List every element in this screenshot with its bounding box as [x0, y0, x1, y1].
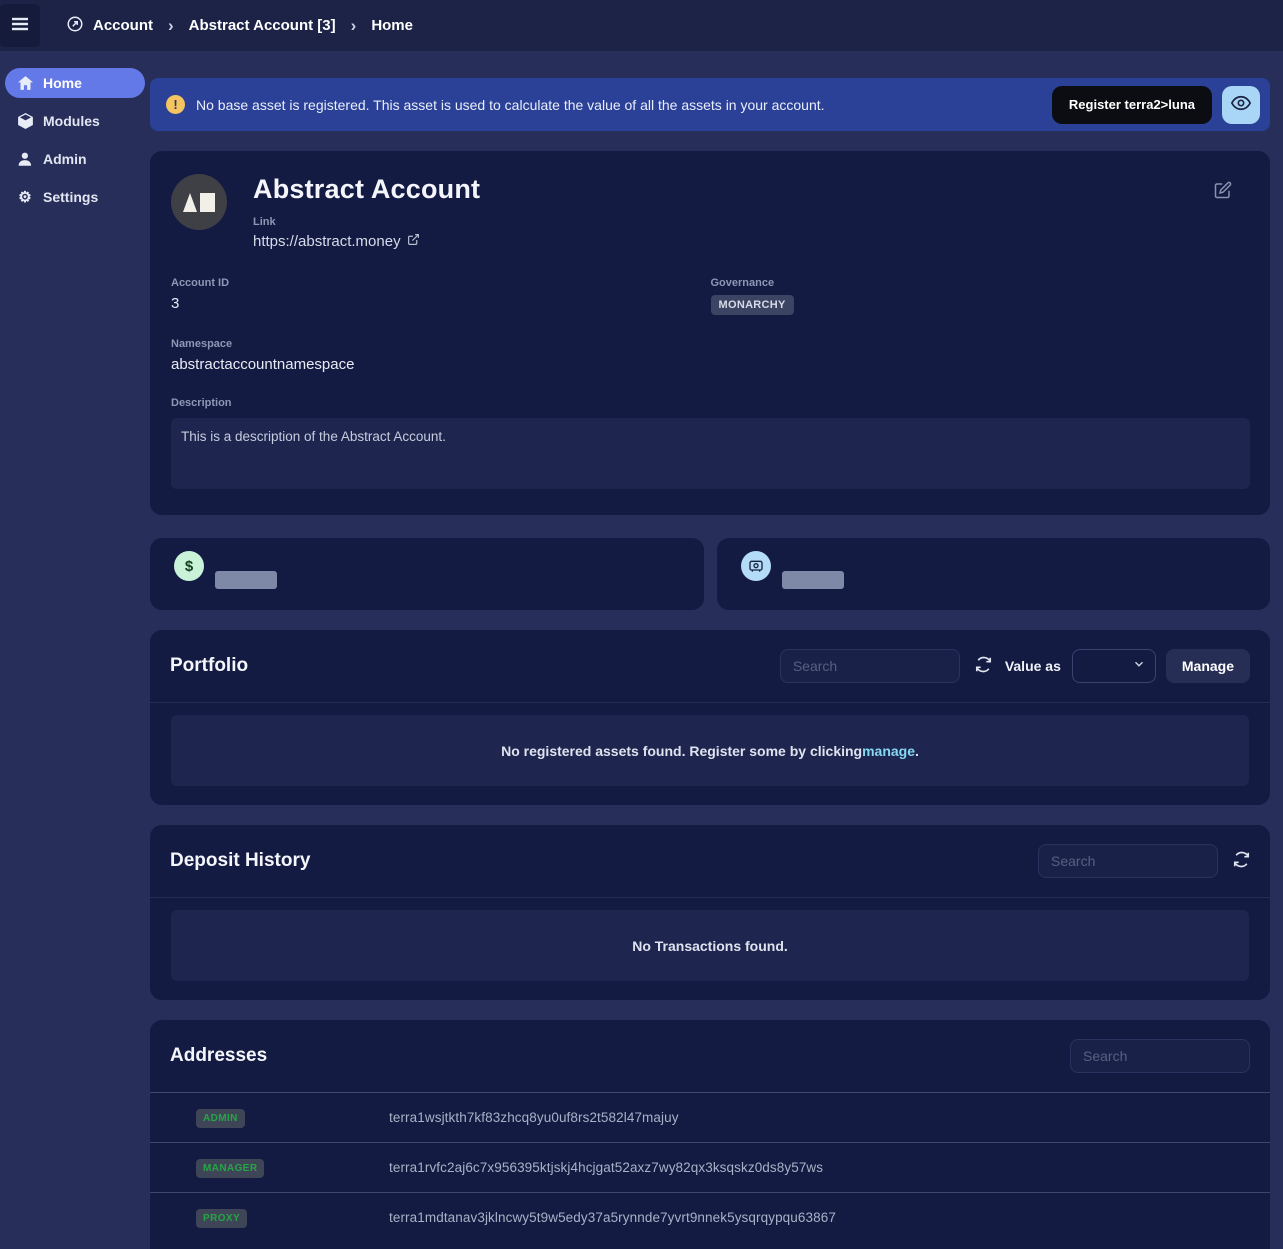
vault-summary-card [717, 538, 1271, 610]
hamburger-icon [11, 17, 29, 34]
edit-icon [1214, 187, 1232, 202]
eye-icon [1231, 93, 1251, 116]
portfolio-search-input[interactable] [780, 649, 960, 683]
sidebar-item-modules[interactable]: Modules [5, 106, 145, 136]
portfolio-empty-state: No registered assets found. Register som… [171, 715, 1249, 786]
namespace-field: Namespace abstractaccountnamespace [171, 338, 711, 373]
person-icon [17, 152, 33, 167]
account-brand[interactable]: Account [66, 15, 153, 37]
dismiss-alert-button[interactable] [1222, 86, 1260, 124]
external-link-icon [407, 233, 420, 250]
account-id-label: Account ID [171, 277, 711, 289]
sidebar-item-admin[interactable]: Admin [5, 144, 145, 174]
account-id-field: Account ID 3 [171, 277, 711, 315]
edit-account-button[interactable] [1214, 181, 1232, 202]
admin-address: terra1wsjtkth7kf83zhcq8yu0uf8rs2t582l47m… [389, 1110, 679, 1125]
deposit-refresh-button[interactable] [1233, 851, 1250, 871]
home-icon [17, 76, 33, 90]
deposit-history-title: Deposit History [170, 850, 310, 872]
role-badge-admin: ADMIN [196, 1109, 245, 1128]
breadcrumb-account[interactable]: Abstract Account [3] [189, 17, 336, 34]
balance-summary-card: $ [150, 538, 704, 610]
sidebar-item-label: Settings [43, 189, 98, 205]
manage-assets-button[interactable]: Manage [1166, 649, 1250, 683]
namespace-label: Namespace [171, 338, 711, 350]
chevron-down-icon [1132, 657, 1146, 676]
manager-address: terra1rvfc2aj6c7x956395ktjskj4hcjgat52ax… [389, 1160, 823, 1175]
value-as-label: Value as [1005, 658, 1061, 674]
account-avatar [171, 174, 227, 230]
sidebar-item-label: Admin [43, 151, 87, 167]
main-content: ! No base asset is registered. This asse… [150, 51, 1283, 1249]
table-row: MANAGER terra1rvfc2aj6c7x956395ktjskj4hc… [150, 1142, 1270, 1192]
cube-icon [17, 113, 33, 129]
alert-message: No base asset is registered. This asset … [196, 97, 825, 113]
refresh-icon [975, 656, 992, 676]
addresses-section: Addresses ADMIN terra1wsjtkth7kf83zhcq8y… [150, 1020, 1270, 1249]
portfolio-title: Portfolio [170, 655, 248, 677]
addresses-title: Addresses [170, 1045, 267, 1067]
account-card: Abstract Account Link https://abstract.m… [150, 151, 1270, 515]
proxy-address: terra1mdtanav3jklncwy5t9w5edy37a5rynnde7… [389, 1210, 836, 1225]
sidebar-item-settings[interactable]: ⚙ Settings [5, 182, 145, 212]
sidebar-item-label: Home [43, 75, 82, 91]
portfolio-section: Portfolio Value as Manage [150, 630, 1270, 805]
chevron-right-icon: › [351, 17, 357, 34]
empty-state-text: No registered assets found. Register som… [501, 743, 862, 759]
description-textarea[interactable]: This is a description of the Abstract Ac… [171, 418, 1250, 489]
compass-icon [66, 15, 84, 37]
addresses-search-input[interactable] [1070, 1039, 1250, 1073]
namespace-value: abstractaccountnamespace [171, 356, 711, 373]
sidebar-item-label: Modules [43, 113, 100, 129]
account-id-value: 3 [171, 295, 711, 312]
role-badge-proxy: PROXY [196, 1209, 247, 1228]
chevron-right-icon: › [168, 17, 174, 34]
loading-skeleton [215, 571, 277, 589]
base-asset-alert: ! No base asset is registered. This asse… [150, 78, 1270, 131]
role-badge-manager: MANAGER [196, 1159, 264, 1178]
portfolio-refresh-button[interactable] [975, 656, 992, 676]
value-as-select[interactable] [1072, 649, 1156, 683]
sidebar: Home Modules Admin ⚙ Settings [0, 51, 150, 1249]
sidebar-item-home[interactable]: Home [5, 68, 145, 98]
account-link[interactable]: https://abstract.money [253, 233, 480, 250]
link-label: Link [253, 216, 480, 228]
register-base-asset-button[interactable]: Register terra2>luna [1052, 86, 1212, 124]
account-title: Abstract Account [253, 174, 480, 205]
account-link-url: https://abstract.money [253, 233, 401, 250]
brand-label: Account [93, 17, 153, 34]
dollar-icon: $ [174, 551, 204, 581]
governance-label: Governance [711, 277, 1251, 289]
table-row: PROXY terra1mdtanav3jklncwy5t9w5edy37a5r… [150, 1192, 1270, 1242]
hamburger-menu-button[interactable] [0, 4, 40, 47]
deposit-search-input[interactable] [1038, 844, 1218, 878]
gear-icon: ⚙ [17, 190, 33, 205]
loading-skeleton [782, 571, 844, 589]
description-label: Description [171, 397, 1250, 409]
empty-state-text: . [915, 743, 919, 759]
deposit-history-section: Deposit History No Transactions found. [150, 825, 1270, 1000]
refresh-icon [1233, 851, 1250, 871]
warning-icon: ! [166, 95, 185, 114]
governance-field: Governance MONARCHY [711, 277, 1251, 315]
manage-link[interactable]: manage [862, 743, 915, 759]
governance-badge: MONARCHY [711, 295, 794, 315]
breadcrumb-home[interactable]: Home [371, 17, 413, 34]
table-row: ADMIN terra1wsjtkth7kf83zhcq8yu0uf8rs2t5… [150, 1092, 1270, 1142]
topbar: Account › Abstract Account [3] › Home [0, 0, 1283, 51]
vault-icon [741, 551, 771, 581]
transactions-empty-state: No Transactions found. [171, 910, 1249, 981]
summary-row: $ [150, 538, 1270, 610]
